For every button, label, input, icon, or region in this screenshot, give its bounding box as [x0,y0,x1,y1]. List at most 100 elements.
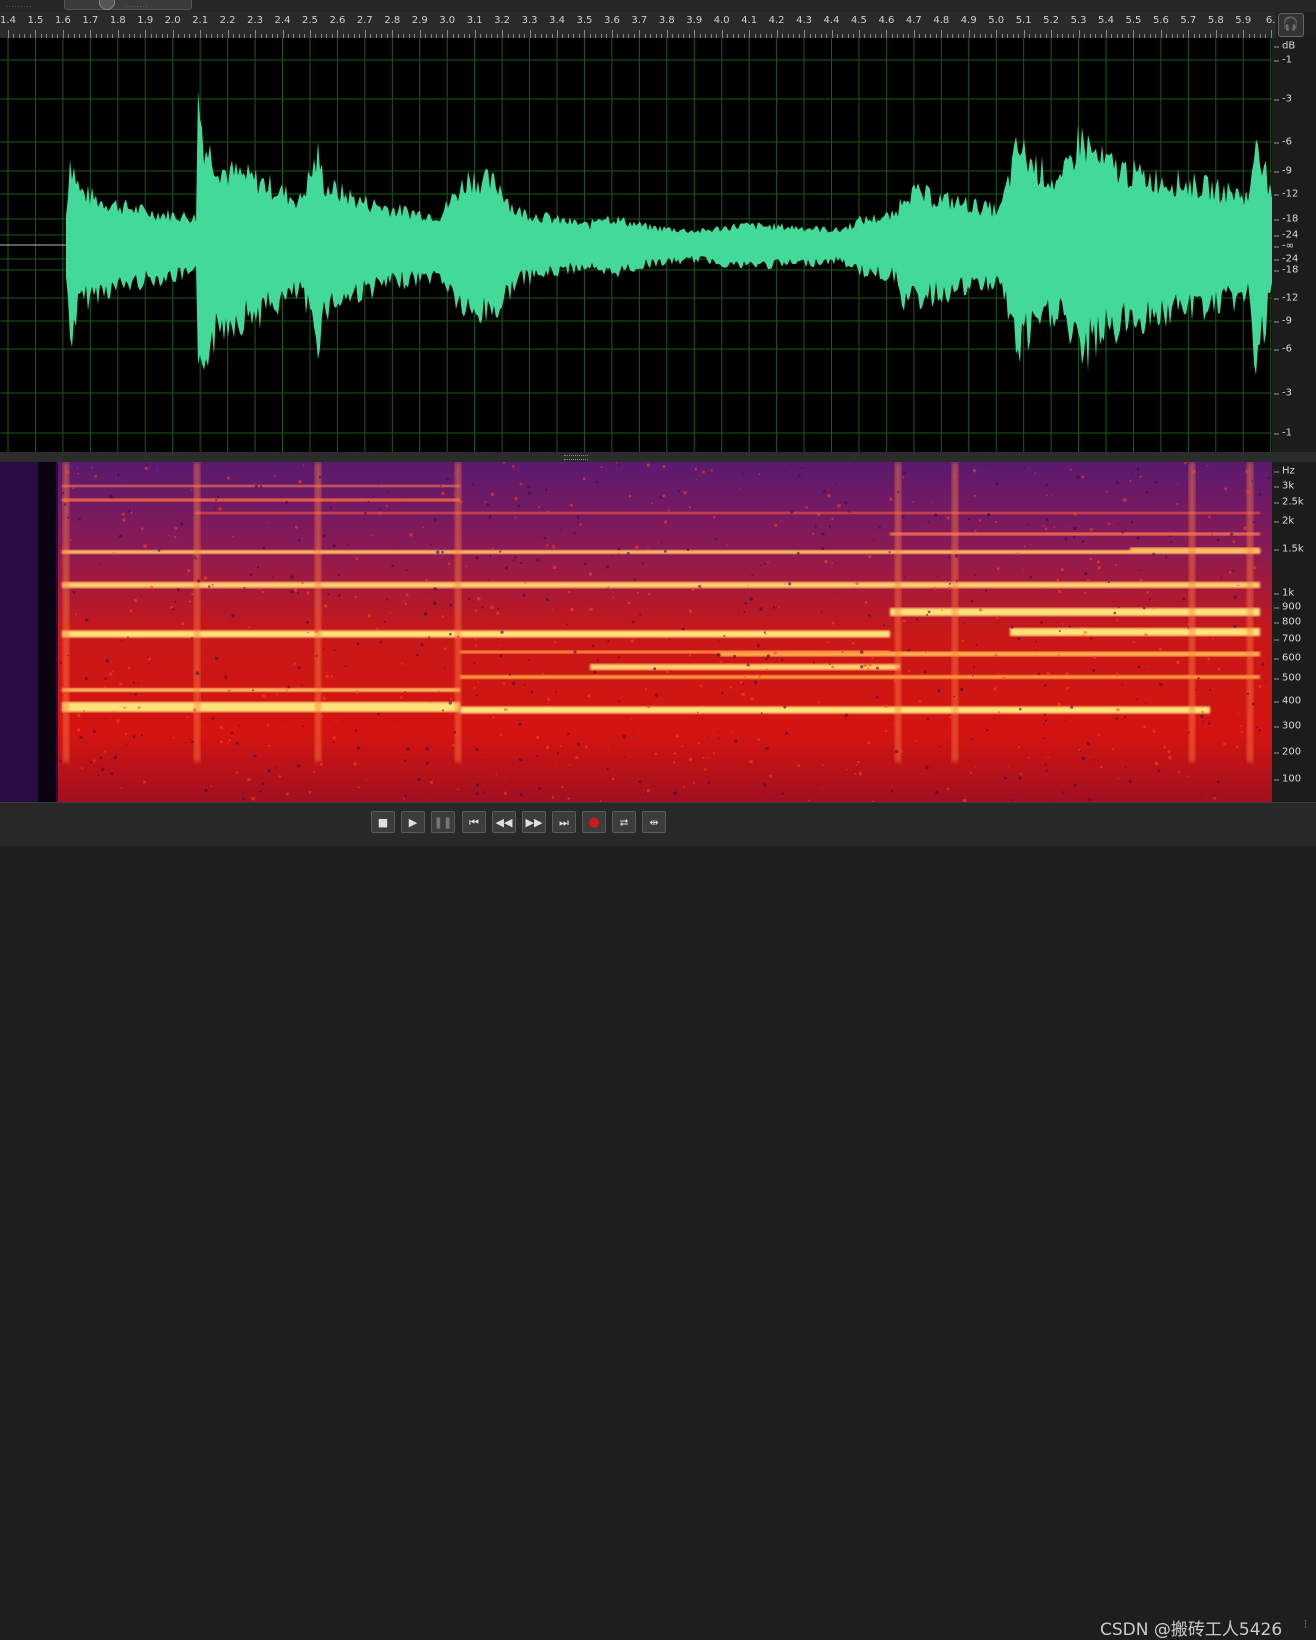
spectral-noise [215,735,217,737]
skip-selection-button[interactable]: ⇹ [642,811,666,833]
divider-grip[interactable] [564,455,588,460]
spectral-noise [1041,587,1044,590]
hz-scale-label: 600 [1273,652,1302,664]
spectral-noise [1042,525,1045,527]
spectral-noise [1053,526,1056,529]
spectral-noise [749,759,753,764]
spectral-noise [1264,681,1267,683]
spectral-noise [386,598,389,601]
rewind-button[interactable]: ◀◀ [492,811,516,833]
spectral-noise [409,533,413,537]
spectral-noise [858,772,862,776]
spectral-noise [974,529,977,532]
spectral-frequency-display[interactable] [0,462,1272,802]
spectral-noise [287,685,291,689]
spectral-noise [641,798,644,800]
spectral-noise [173,535,177,539]
ruler-tick-mark [255,30,257,38]
ruler-tick-label: 2.2 [219,15,236,26]
spectral-noise [559,744,562,747]
ruler-tick-label: 5.9 [1235,15,1252,26]
spectral-noise [1246,692,1249,695]
spectral-noise [1158,647,1162,651]
spectral-noise [1201,710,1204,713]
spectral-noise [758,675,761,678]
spectral-noise [425,761,429,765]
spectral-noise [560,528,562,530]
stop-button[interactable]: ■ [371,811,395,833]
spectral-noise [1232,569,1235,573]
spectral-noise [635,545,639,549]
move-to-next-button[interactable]: ⏭ [552,811,576,833]
ruler-tick-label: 1.5 [27,15,44,26]
spectral-noise [355,557,359,561]
spectral-noise [186,716,189,719]
spectral-noise [993,687,997,691]
spectral-noise [1192,469,1196,474]
spectral-noise [726,544,728,546]
spectral-noise [1247,565,1250,568]
spectral-noise [996,567,1000,571]
top-toolbar-strip: ......... ........ [0,0,1316,12]
spectral-noise [1232,540,1236,543]
spectral-noise [927,521,930,524]
spectral-noise [867,614,871,617]
spectral-noise [628,494,632,498]
spectral-noise [570,607,574,612]
record-button[interactable]: ● [582,811,606,833]
spectral-noise [759,607,763,611]
time-ruler[interactable]: 1.4 1.5 1.6 1.7 1.8 1.9 2.0 2.1 2.2 2.3 2.4 2.5 2.6 2… [0,12,1276,39]
play-button[interactable]: ▶ [401,811,425,833]
view-divider[interactable] [0,452,1316,462]
spectral-noise [871,656,874,660]
spectral-noise [995,615,1000,619]
spectral-noise [946,516,950,520]
spectral-noise [723,634,726,637]
spectral-noise [120,787,123,790]
spectral-noise [1084,572,1088,576]
loop-playback-button[interactable]: ⮂ [612,811,636,833]
spectral-noise [383,620,386,623]
ruler-tick-label: 2.7 [356,15,373,26]
move-to-previous-button[interactable]: ⏮ [462,811,486,833]
db-scale-label: dB [1273,40,1296,52]
spectral-noise [867,741,871,745]
spectral-noise [133,598,138,603]
spectral-noise [1066,672,1070,676]
spectral-noise [612,596,615,599]
spectral-noise [1057,653,1060,656]
spectral-noise [1034,649,1036,651]
spectral-noise [504,566,508,570]
spectral-noise [473,662,476,664]
waveform-display[interactable] [0,38,1272,452]
spectral-noise [293,588,298,592]
spectral-noise [1211,533,1213,535]
spectral-noise [451,744,455,747]
spectral-noise [754,680,758,685]
ruler-tick-mark [1051,30,1053,38]
spectral-noise [947,586,952,590]
volume-knob[interactable] [99,0,115,10]
spectral-noise [883,624,886,627]
volume-knob-panel[interactable]: ........ [64,0,192,10]
spectral-noise [400,696,403,699]
spectral-noise [554,690,557,693]
spectral-noise [458,681,461,684]
spectral-noise [262,694,266,698]
spectral-noise [1018,776,1022,780]
hz-scale-label: 1k [1273,587,1295,599]
spectral-noise [208,585,211,588]
spectral-noise [673,791,678,795]
spectral-noise [1043,722,1045,725]
spectral-noise [844,713,849,717]
spectral-noise [1117,777,1119,780]
spectral-noise [562,796,564,798]
spectral-noise [1072,535,1076,539]
spectral-noise [1076,475,1080,479]
fast-forward-button[interactable]: ▶▶ [522,811,546,833]
headphone-icon[interactable]: 🎧 [1278,13,1304,37]
pause-button[interactable]: ❚❚ [431,811,455,833]
spectral-noise [907,649,910,652]
spectral-noise [294,525,298,529]
spectral-noise [995,482,999,486]
